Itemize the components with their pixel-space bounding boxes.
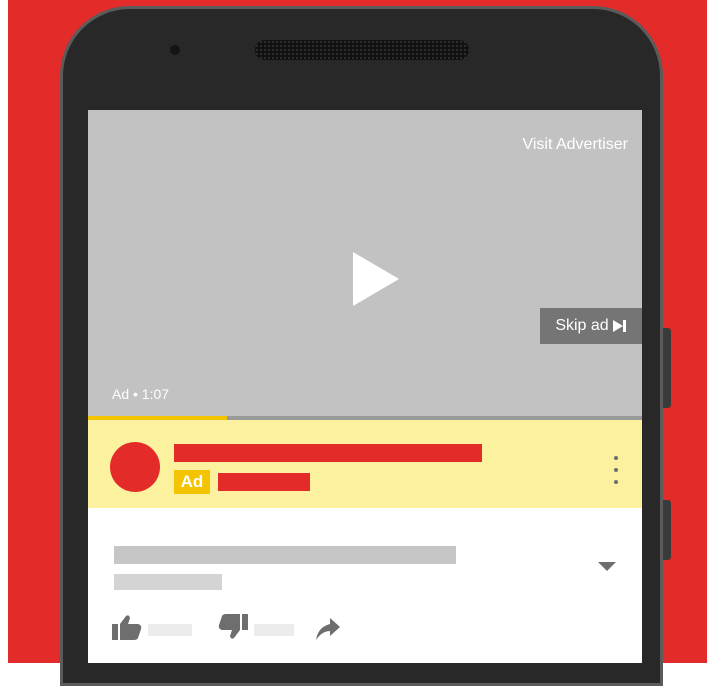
dislike-count-placeholder — [254, 624, 294, 636]
skip-ad-button[interactable]: Skip ad — [540, 308, 642, 344]
play-icon[interactable] — [353, 252, 399, 306]
speaker-grille — [255, 40, 469, 60]
ad-title-placeholder — [174, 444, 482, 462]
skip-next-icon — [612, 320, 627, 332]
more-vert-icon[interactable] — [606, 456, 626, 484]
thumb-down-icon[interactable] — [218, 614, 248, 645]
video-title-placeholder — [114, 546, 456, 564]
ad-subtitle-placeholder — [218, 473, 310, 491]
video-details — [88, 508, 642, 663]
video-meta-placeholder — [114, 574, 222, 590]
action-row — [112, 614, 432, 642]
power-button — [663, 500, 671, 560]
volume-button — [663, 328, 671, 408]
advertiser-avatar[interactable] — [110, 442, 160, 492]
share-icon[interactable] — [316, 618, 340, 645]
visit-advertiser-link[interactable]: Visit Advertiser — [522, 136, 628, 154]
ad-timer: Ad • 1:07 — [112, 386, 170, 402]
ad-badge: Ad — [174, 470, 210, 494]
ad-info-panel[interactable]: Ad — [88, 420, 642, 508]
video-player[interactable]: Visit Advertiser Skip ad Ad • 1:07 — [88, 110, 642, 416]
chevron-down-icon[interactable] — [598, 562, 616, 571]
thumb-up-icon[interactable] — [112, 614, 142, 645]
like-count-placeholder — [148, 624, 192, 636]
camera-icon — [170, 45, 180, 55]
phone-screen: Visit Advertiser Skip ad Ad • 1:07 Ad — [88, 110, 642, 663]
skip-ad-label: Skip ad — [555, 317, 609, 334]
